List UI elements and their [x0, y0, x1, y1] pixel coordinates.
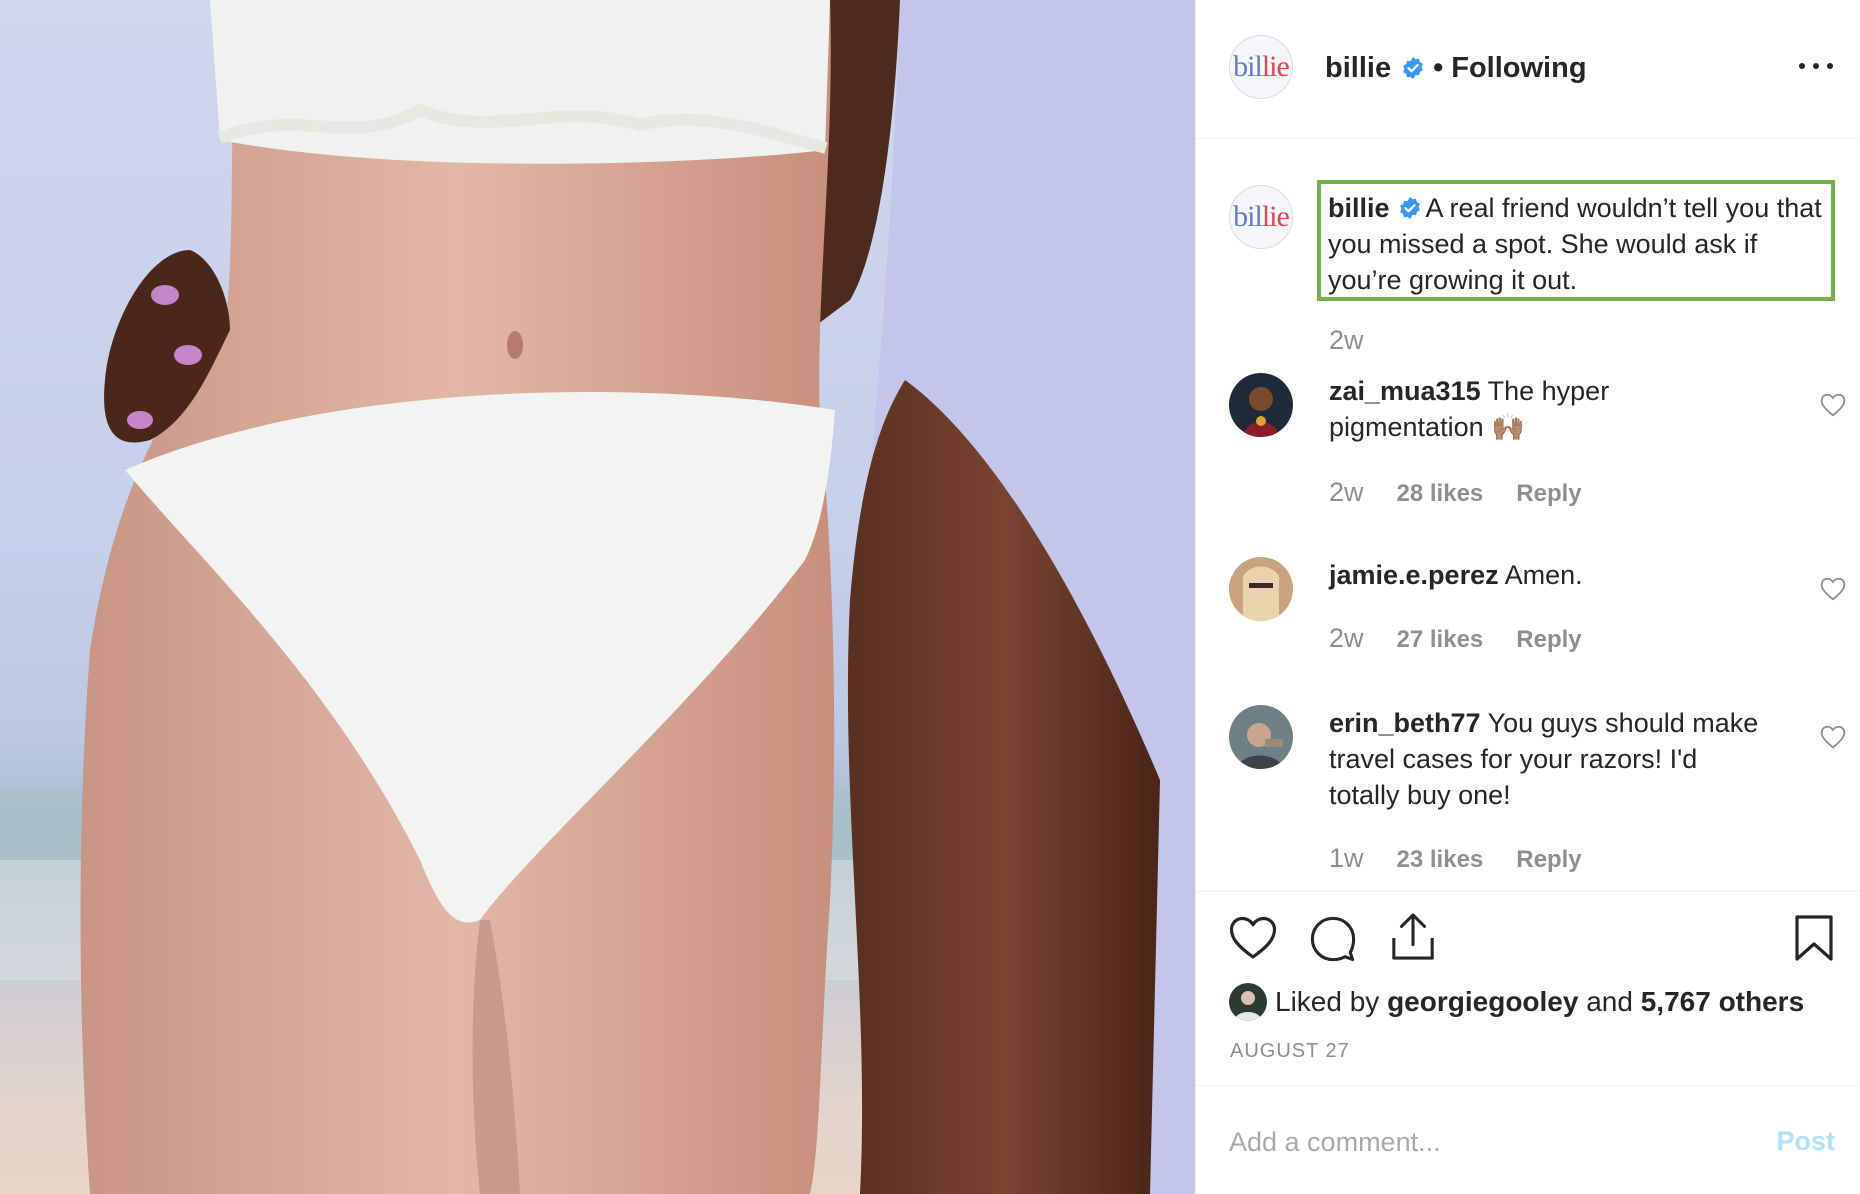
comment-meta: 2w 27 likes Reply — [1329, 623, 1582, 654]
comment-text: Amen. — [1504, 560, 1583, 590]
post-header: billie billie • Following — [1196, 0, 1860, 139]
post-date[interactable]: AUGUST 27 — [1230, 1040, 1350, 1063]
share-icon[interactable] — [1390, 912, 1436, 967]
comment-likes[interactable]: 23 likes — [1397, 846, 1484, 874]
liked-by-prefix: Liked by — [1275, 986, 1380, 1017]
commenter-avatar[interactable] — [1229, 705, 1293, 769]
author-info: billie • Following — [1325, 50, 1587, 86]
comment-meta: 1w 23 likes Reply — [1329, 843, 1582, 874]
comment-input[interactable] — [1229, 1122, 1729, 1162]
comment-text-block: jamie.e.perez Amen. — [1329, 557, 1769, 593]
likes-summary: Liked by georgiegooley and 5,767 others — [1229, 982, 1804, 1022]
verified-badge-icon — [1398, 196, 1422, 220]
commenter-avatar[interactable] — [1229, 373, 1293, 437]
post-actions: Liked by georgiegooley and 5,767 others … — [1196, 891, 1860, 1085]
comment-likes[interactable]: 27 likes — [1397, 626, 1484, 654]
photo-illustration — [0, 0, 1195, 1194]
comment-text-block: erin_beth77 You guys should make travel … — [1329, 705, 1769, 813]
comment-heart-icon[interactable] — [1820, 725, 1846, 749]
reply-button[interactable]: Reply — [1516, 626, 1581, 654]
comment-username[interactable]: erin_beth77 — [1329, 708, 1481, 738]
separator-dot: • — [1433, 51, 1444, 84]
post-button[interactable]: Post — [1776, 1126, 1835, 1157]
comment-time: 2w — [1329, 623, 1364, 653]
author-avatar[interactable]: billie — [1229, 35, 1293, 99]
liked-by-user[interactable]: georgiegooley — [1387, 986, 1578, 1018]
liked-by-others[interactable]: 5,767 others — [1641, 986, 1804, 1018]
post-caption: billie A real friend wouldn’t tell you th… — [1317, 180, 1835, 301]
liked-by-and: and — [1586, 986, 1633, 1017]
comment-heart-icon[interactable] — [1820, 577, 1846, 601]
caption-timestamp: 2w — [1329, 325, 1364, 355]
caption-author-avatar[interactable]: billie — [1229, 185, 1293, 249]
more-options-icon[interactable] — [1799, 56, 1833, 76]
reply-button[interactable]: Reply — [1516, 846, 1581, 874]
comment-heart-icon[interactable] — [1820, 393, 1846, 417]
billie-logo: billie — [1233, 50, 1290, 83]
comment-time: 1w — [1329, 843, 1364, 873]
verified-badge-icon — [1401, 56, 1425, 80]
liker-avatar[interactable] — [1229, 983, 1267, 1021]
comment-bubble-icon[interactable] — [1310, 916, 1356, 967]
comment-time: 2w — [1329, 477, 1364, 507]
heart-icon[interactable] — [1229, 916, 1277, 965]
following-button[interactable]: Following — [1451, 52, 1586, 85]
add-comment-bar: Post — [1196, 1085, 1860, 1194]
post-photo[interactable] — [0, 0, 1195, 1194]
caption-username[interactable]: billie — [1328, 193, 1390, 223]
comment-username[interactable]: zai_mua315 — [1329, 376, 1481, 406]
commenter-avatar[interactable] — [1229, 557, 1293, 621]
comment-username[interactable]: jamie.e.perez — [1329, 560, 1499, 590]
post-detail-panel: billie billie • Following billie billie A… — [1195, 0, 1860, 1194]
bookmark-icon[interactable] — [1794, 914, 1834, 967]
author-username[interactable]: billie — [1325, 52, 1391, 85]
comment-text-block: zai_mua315 The hyper pigmentation 🙌🏽 — [1329, 373, 1769, 445]
reply-button[interactable]: Reply — [1516, 480, 1581, 508]
comment-likes[interactable]: 28 likes — [1397, 480, 1484, 508]
comment-meta: 2w 28 likes Reply — [1329, 477, 1582, 508]
billie-logo: billie — [1233, 200, 1290, 233]
